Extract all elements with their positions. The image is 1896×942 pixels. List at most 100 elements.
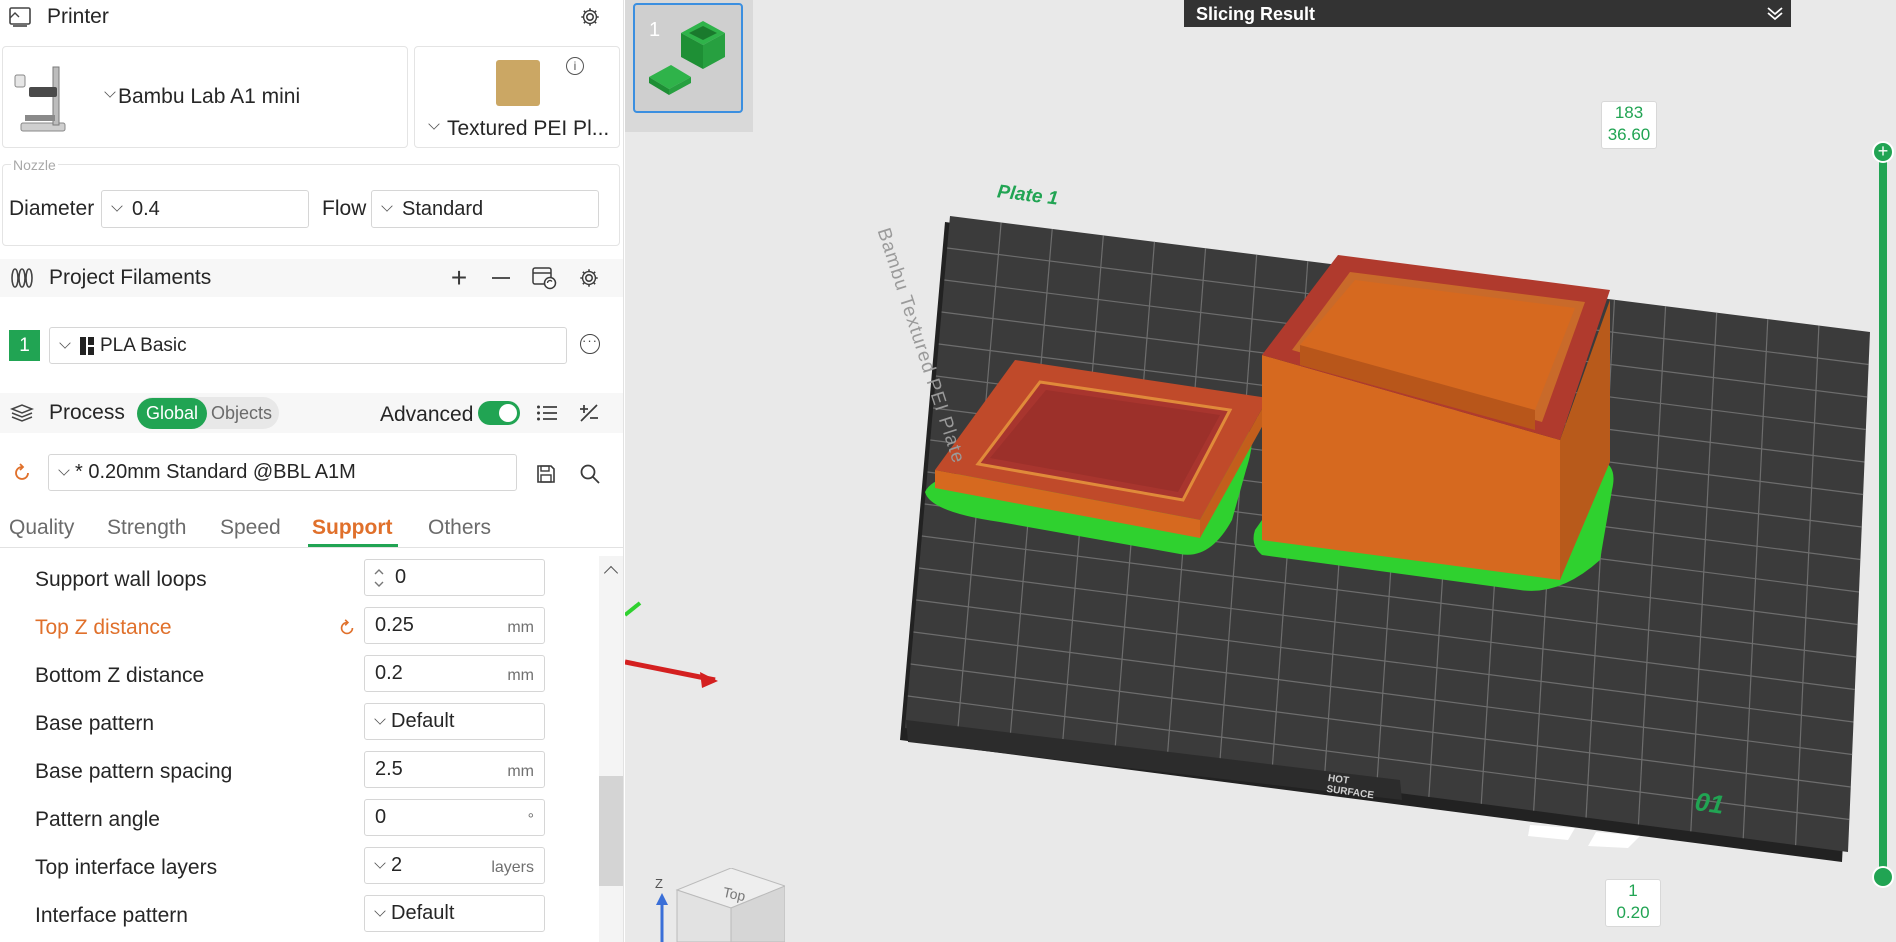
plate-info-icon[interactable]: i: [566, 57, 584, 75]
scope-objects-option[interactable]: Objects: [207, 398, 276, 429]
layer-slider-top-handle[interactable]: +: [1872, 141, 1894, 163]
param-value: Default: [391, 710, 455, 732]
filaments-section-header: Project Filaments +: [0, 259, 623, 297]
param-row-support-wall-loops: Support wall loops 0: [0, 556, 600, 604]
param-row-pattern-angle: Pattern angle 0 °: [0, 796, 600, 844]
settings-panel: Printer Bambu Lab A1 mini i Textured PEI…: [0, 0, 624, 942]
compare-presets-icon[interactable]: [574, 398, 604, 428]
filament-more-options-icon[interactable]: ···: [580, 334, 600, 354]
printer-icon: [8, 6, 32, 28]
filament-spool-icon: [10, 267, 34, 289]
support-params-list: Support wall loops 0 Top Z distance 0.25…: [0, 556, 600, 942]
pattern-angle-input[interactable]: 0 °: [364, 799, 545, 836]
param-label: Base pattern: [35, 712, 155, 735]
printer-settings-gear-icon[interactable]: [575, 2, 605, 32]
param-reset-icon[interactable]: [337, 618, 357, 643]
filament-index-badge[interactable]: 1: [9, 330, 40, 361]
base-pattern-select[interactable]: Default: [364, 703, 545, 740]
flow-chevron-down-icon: [381, 200, 393, 212]
top-layer-height: 36.60: [1607, 125, 1651, 144]
reset-preset-icon[interactable]: [11, 462, 33, 489]
param-row-top-z-distance: Top Z distance 0.25 mm: [0, 604, 600, 652]
support-wall-loops-spinner[interactable]: 0: [364, 559, 545, 596]
z-axis-arrow-icon: [656, 893, 668, 942]
printer-section-header: Printer: [0, 0, 623, 34]
flow-label: Flow: [322, 197, 367, 220]
top-z-distance-input[interactable]: 0.25 mm: [364, 607, 545, 644]
search-parameter-icon[interactable]: [575, 459, 605, 489]
process-preset-name: * 0.20mm Standard @BBL A1M: [75, 461, 356, 483]
params-scrollbar-track[interactable]: [599, 556, 623, 942]
param-value: 2.5: [375, 758, 403, 780]
parameter-list-icon[interactable]: [532, 398, 562, 428]
printer-machine-image: [13, 61, 75, 140]
plate-type-name: Textured PEI Pl...: [447, 117, 610, 140]
printer-machine-name: Bambu Lab A1 mini: [118, 85, 301, 108]
printer-machine-selector[interactable]: Bambu Lab A1 mini: [2, 46, 408, 148]
remove-filament-minus-icon[interactable]: [486, 263, 516, 293]
advanced-toggle-switch[interactable]: [478, 401, 520, 425]
bottom-z-distance-input[interactable]: 0.2 mm: [364, 655, 545, 692]
diameter-select[interactable]: 0.4: [101, 190, 309, 228]
bottom-layer-number: 1: [1628, 881, 1638, 900]
add-filament-plus-icon[interactable]: +: [444, 262, 474, 293]
process-section-title: Process: [49, 401, 125, 424]
param-unit: mm: [507, 667, 534, 684]
interface-pattern-select[interactable]: Default: [364, 895, 545, 932]
view-navigation-cube[interactable]: Top: [659, 867, 787, 942]
param-label: Pattern angle: [35, 808, 160, 831]
z-axis-label: Z: [655, 876, 663, 891]
chevron-down-icon: [374, 856, 386, 869]
printer-machine-chevron-down-icon: [104, 86, 116, 98]
layer-slider-bottom-readout: 1 0.20: [1605, 879, 1661, 927]
param-row-base-pattern-spacing: Base pattern spacing 2.5 mm: [0, 748, 600, 796]
tab-others[interactable]: Others: [428, 516, 491, 540]
advanced-label: Advanced: [380, 403, 474, 426]
base-pattern-spacing-input[interactable]: 2.5 mm: [364, 751, 545, 788]
param-row-interface-pattern: Interface pattern Default: [0, 892, 600, 940]
param-value: 2: [391, 854, 403, 876]
process-scope-toggle[interactable]: Global Objects: [137, 397, 279, 429]
flow-select[interactable]: Standard: [371, 190, 599, 228]
chevron-down-icon: [374, 904, 386, 917]
plate-type-selector[interactable]: i Textured PEI Pl...: [414, 46, 620, 148]
process-preset-select[interactable]: * 0.20mm Standard @BBL A1M: [48, 454, 517, 491]
scroll-up-chevron-icon[interactable]: [603, 565, 619, 581]
ams-sync-icon[interactable]: [529, 263, 559, 293]
diameter-chevron-down-icon: [111, 200, 123, 212]
top-interface-layers-select[interactable]: 2 layers: [364, 847, 545, 884]
printer-section-title: Printer: [47, 5, 109, 28]
save-preset-icon[interactable]: [531, 459, 561, 489]
spin-arrows-icon[interactable]: [373, 566, 385, 590]
diameter-label: Diameter: [9, 197, 95, 220]
param-label: Support wall loops: [35, 568, 207, 591]
bed-number-label: 01: [1693, 786, 1726, 820]
param-unit: mm: [507, 619, 534, 636]
filament-settings-gear-icon[interactable]: [574, 263, 604, 293]
bottom-layer-height: 0.20: [1616, 903, 1650, 922]
layer-slider-top-readout: 183 36.60: [1601, 101, 1657, 149]
tab-quality[interactable]: Quality: [9, 516, 74, 540]
bambu-brand-icon: [80, 336, 94, 355]
scope-global-option[interactable]: Global: [137, 397, 208, 429]
tab-strength[interactable]: Strength: [107, 516, 186, 540]
process-section-header: Process: [0, 393, 623, 433]
param-label: Top interface layers: [35, 856, 218, 879]
filament-name: PLA Basic: [100, 334, 187, 356]
layer-slider-track[interactable]: [1879, 150, 1887, 878]
tab-support[interactable]: Support: [312, 516, 392, 540]
tab-speed[interactable]: Speed: [220, 516, 281, 540]
param-value: 0.2: [375, 662, 403, 684]
plate-type-chevron-down-icon: [428, 118, 440, 130]
params-scrollbar-thumb[interactable]: [599, 776, 623, 886]
param-value: 0: [375, 806, 387, 828]
flow-value: Standard: [402, 197, 484, 220]
filament-chevron-down-icon: [59, 336, 71, 349]
layer-slider-bottom-handle[interactable]: [1872, 866, 1894, 888]
chevron-down-icon: [374, 712, 386, 725]
param-row-bottom-z-distance: Bottom Z distance 0.2 mm: [0, 652, 600, 700]
param-label: Bottom Z distance: [35, 664, 205, 687]
3d-preview-viewport[interactable]: 1 Slicing Result Plate 1 Bambu Textured …: [625, 0, 1896, 942]
filament-select[interactable]: PLA Basic: [49, 327, 567, 364]
param-value: Default: [391, 902, 455, 924]
